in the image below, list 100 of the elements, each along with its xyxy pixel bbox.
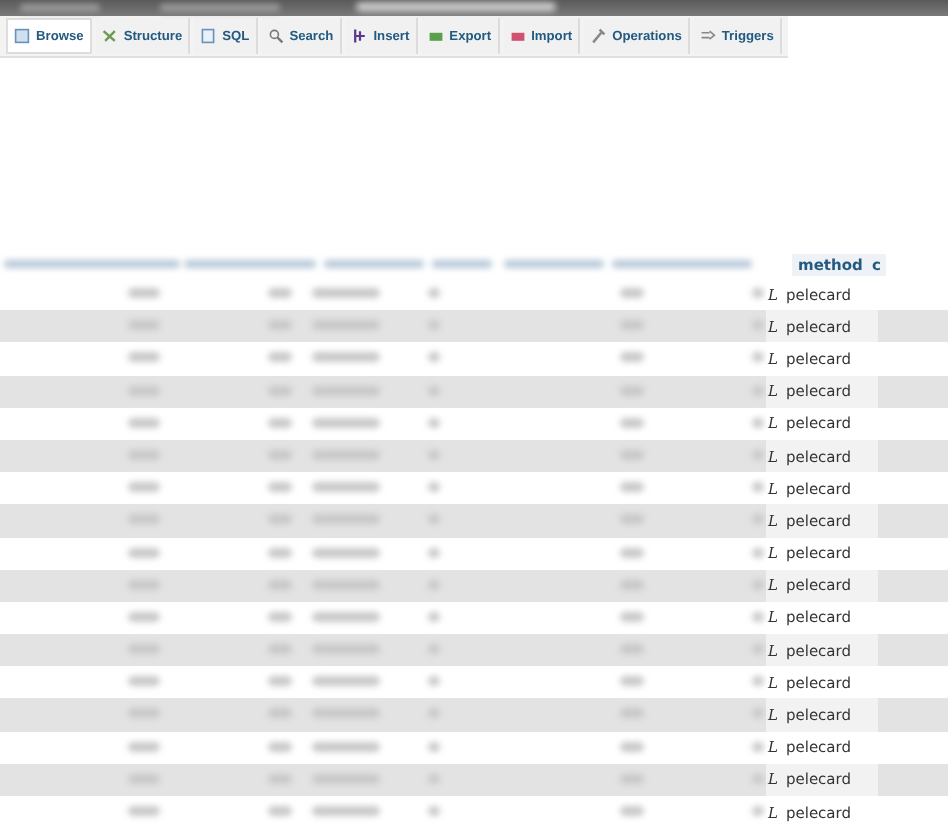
- import-icon: [509, 28, 526, 44]
- blurred-text: [620, 806, 644, 816]
- blurred-text: [268, 708, 292, 719]
- blurred-text: [428, 611, 440, 622]
- blurred-text: [620, 449, 644, 460]
- blurred-text: [620, 611, 644, 622]
- blurred-text: [128, 708, 160, 719]
- blurred-text: [428, 288, 440, 298]
- blurred-text: [752, 320, 764, 331]
- blurred-text: [620, 708, 644, 719]
- blurred-text: [504, 260, 604, 268]
- blurred-text: [312, 708, 380, 719]
- blurred-text: [620, 676, 644, 687]
- blurred-text: [268, 547, 292, 557]
- blurred-text: [312, 611, 380, 622]
- blurred-text: [312, 352, 380, 363]
- blurred-text: [268, 320, 292, 331]
- blurred-text: [128, 644, 160, 655]
- blurred-text: [128, 741, 160, 752]
- blurred-text: [268, 288, 292, 298]
- blurred-text: [312, 449, 380, 460]
- blurred-text: [312, 579, 380, 590]
- blurred-text: [752, 579, 764, 590]
- blurred-text: [752, 741, 764, 752]
- blurred-text: [620, 352, 644, 363]
- blurred-text: [620, 385, 644, 396]
- blurred-text: [428, 417, 440, 428]
- blurred-text: [312, 806, 380, 816]
- blurred-text: [312, 644, 380, 655]
- blurred-text: [268, 352, 292, 363]
- blurred-text: [752, 806, 764, 816]
- blurred-text: [268, 579, 292, 590]
- blurred-text: [312, 547, 380, 557]
- blurred-text: [612, 260, 752, 268]
- blurred-text: [752, 288, 764, 298]
- sql-icon: [200, 28, 217, 44]
- blurred-text: [752, 676, 764, 687]
- blurred-text: [312, 385, 380, 396]
- blurred-text: [620, 741, 644, 752]
- blurred-text: [128, 611, 160, 622]
- blurred-text: [128, 482, 160, 493]
- blurred-text: [128, 547, 160, 557]
- blurred-text: [752, 514, 764, 525]
- blurred-text: [312, 676, 380, 687]
- blurred-text: [268, 482, 292, 493]
- operations-icon: [590, 28, 607, 44]
- blurred-text: [752, 449, 764, 460]
- browse-icon: [14, 28, 30, 44]
- blurred-text: [428, 352, 440, 363]
- blurred-text: [268, 676, 292, 687]
- blurred-text: [312, 741, 380, 752]
- blurred-text: [752, 352, 764, 363]
- structure-icon: [101, 28, 118, 44]
- blurred-text: [620, 288, 644, 298]
- blurred-text: [312, 482, 380, 493]
- blurred-text: [128, 417, 160, 428]
- blurred-text: [268, 741, 292, 752]
- blurred-text: [752, 482, 764, 493]
- blurred-text: [428, 482, 440, 493]
- blurred-text: [324, 260, 424, 268]
- blurred-text: [312, 514, 380, 525]
- blurred-text: [752, 708, 764, 719]
- blurred-text: [128, 773, 160, 784]
- blurred-text: [752, 773, 764, 784]
- blurred-text: [312, 417, 380, 428]
- triggers-icon: [699, 28, 716, 44]
- blurred-text: [620, 644, 644, 655]
- search-icon: [267, 28, 284, 44]
- blurred-text: [128, 579, 160, 590]
- blurred-text: [128, 676, 160, 687]
- export-icon: [427, 28, 444, 44]
- blurred-text: [432, 260, 492, 268]
- blurred-text: [312, 288, 380, 298]
- blurred-text: [620, 320, 644, 331]
- blurred-text: [128, 320, 160, 331]
- blurred-text: [428, 676, 440, 687]
- blurred-text: [268, 644, 292, 655]
- blurred-text: [268, 611, 292, 622]
- blurred-text: [752, 547, 764, 557]
- blurred-text: [752, 611, 764, 622]
- blurred-text: [184, 260, 316, 268]
- blurred-text: [128, 806, 160, 816]
- blurred-text: [620, 417, 644, 428]
- blurred-text: [268, 806, 292, 816]
- blurred-text: [620, 482, 644, 493]
- blurred-text: [752, 385, 764, 396]
- blurred-text: [620, 514, 644, 525]
- blurred-text: [128, 288, 160, 298]
- blurred-text: [268, 417, 292, 428]
- blurred-text: [620, 547, 644, 557]
- blurred-text: [128, 514, 160, 525]
- blurred-text: [312, 320, 380, 331]
- blurred-text: [620, 773, 644, 784]
- blurred-text: [752, 644, 764, 655]
- blurred-text: [128, 352, 160, 363]
- blurred-text: [752, 417, 764, 428]
- blurred-text: [128, 385, 160, 396]
- blurred-text: [128, 449, 160, 460]
- blurred-text: [428, 806, 440, 816]
- blurred-text: [268, 385, 292, 396]
